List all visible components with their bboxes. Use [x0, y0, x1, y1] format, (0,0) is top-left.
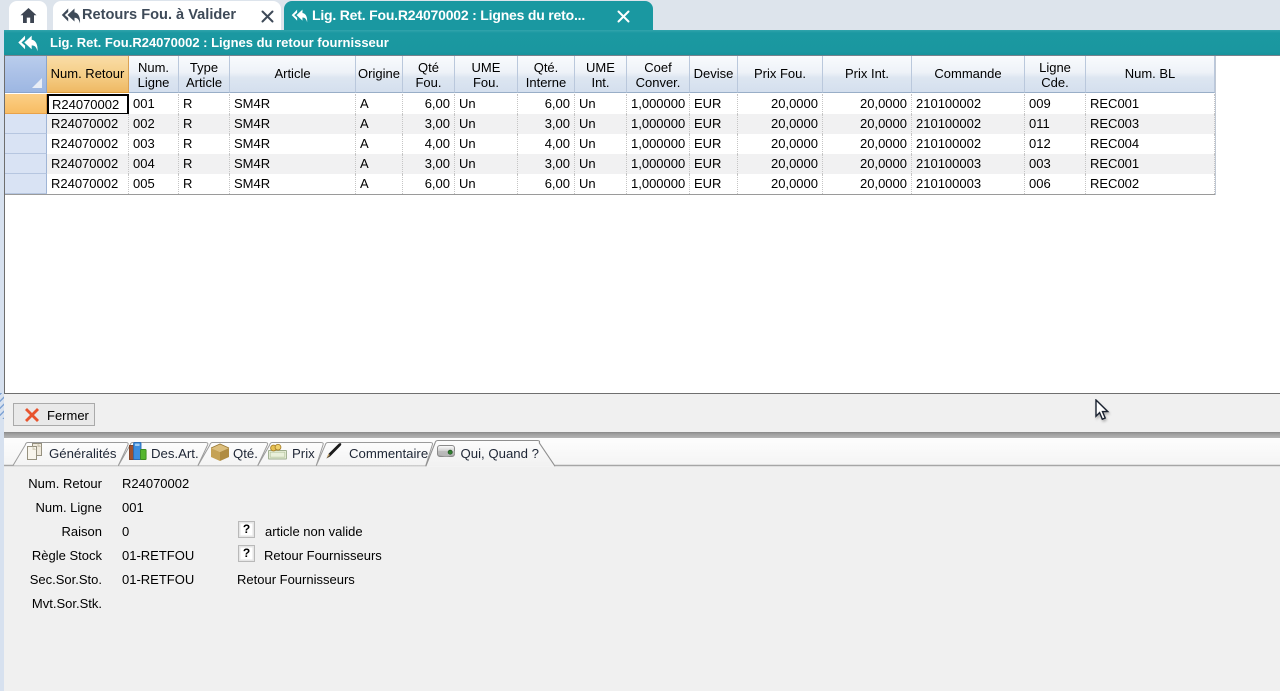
svg-text:Commentaire: Commentaire — [349, 446, 428, 461]
svg-text:Qui, Quand ?: Qui, Quand ? — [461, 446, 539, 461]
svg-text:Généralités: Généralités — [49, 446, 117, 461]
svg-text:Prix: Prix — [292, 446, 315, 461]
svg-text:Qté.: Qté. — [233, 446, 258, 461]
svg-text:Des.Art.: Des.Art. — [151, 446, 199, 461]
